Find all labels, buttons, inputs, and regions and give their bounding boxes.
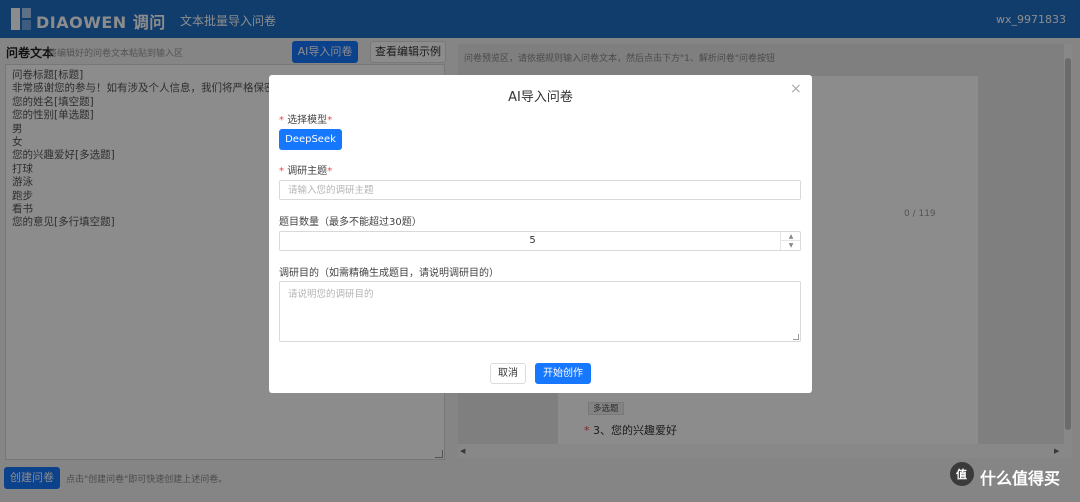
close-icon[interactable]: ×: [790, 81, 802, 97]
question-count-stepper[interactable]: 5 ▲ ▼: [279, 231, 801, 251]
chevron-up-icon[interactable]: ▲: [781, 232, 801, 241]
topic-label: * 调研主题*: [279, 166, 333, 177]
resize-grip-icon[interactable]: [793, 334, 799, 340]
topic-input[interactable]: [279, 180, 801, 200]
purpose-label: 调研目的（如需精确生成题目，请说明调研目的）: [279, 268, 499, 279]
purpose-textarea[interactable]: 请说明您的调研目的: [279, 281, 801, 342]
model-option-deepseek[interactable]: DeepSeek: [279, 129, 342, 150]
model-label: * 选择模型*: [279, 115, 333, 126]
question-count-value[interactable]: 5: [280, 235, 785, 246]
stepper-controls: ▲ ▼: [780, 232, 801, 250]
watermark-text: 什么值得买: [980, 469, 1061, 488]
start-create-button[interactable]: 开始创作: [535, 363, 591, 384]
required-mark: *: [279, 166, 284, 177]
watermark-glyph: 值: [956, 468, 967, 481]
cancel-button[interactable]: 取消: [490, 363, 526, 384]
ai-import-dialog: AI导入问卷 × * 选择模型* DeepSeek * 调研主题* 题目数量（最…: [269, 75, 812, 393]
watermark-logo: 值: [950, 462, 974, 486]
required-mark: *: [279, 115, 284, 126]
question-count-label: 题目数量（最多不能超过30题）: [279, 217, 422, 228]
purpose-placeholder: 请说明您的调研目的: [288, 289, 374, 300]
dialog-title: AI导入问卷: [508, 90, 573, 105]
chevron-down-icon[interactable]: ▼: [781, 241, 801, 250]
